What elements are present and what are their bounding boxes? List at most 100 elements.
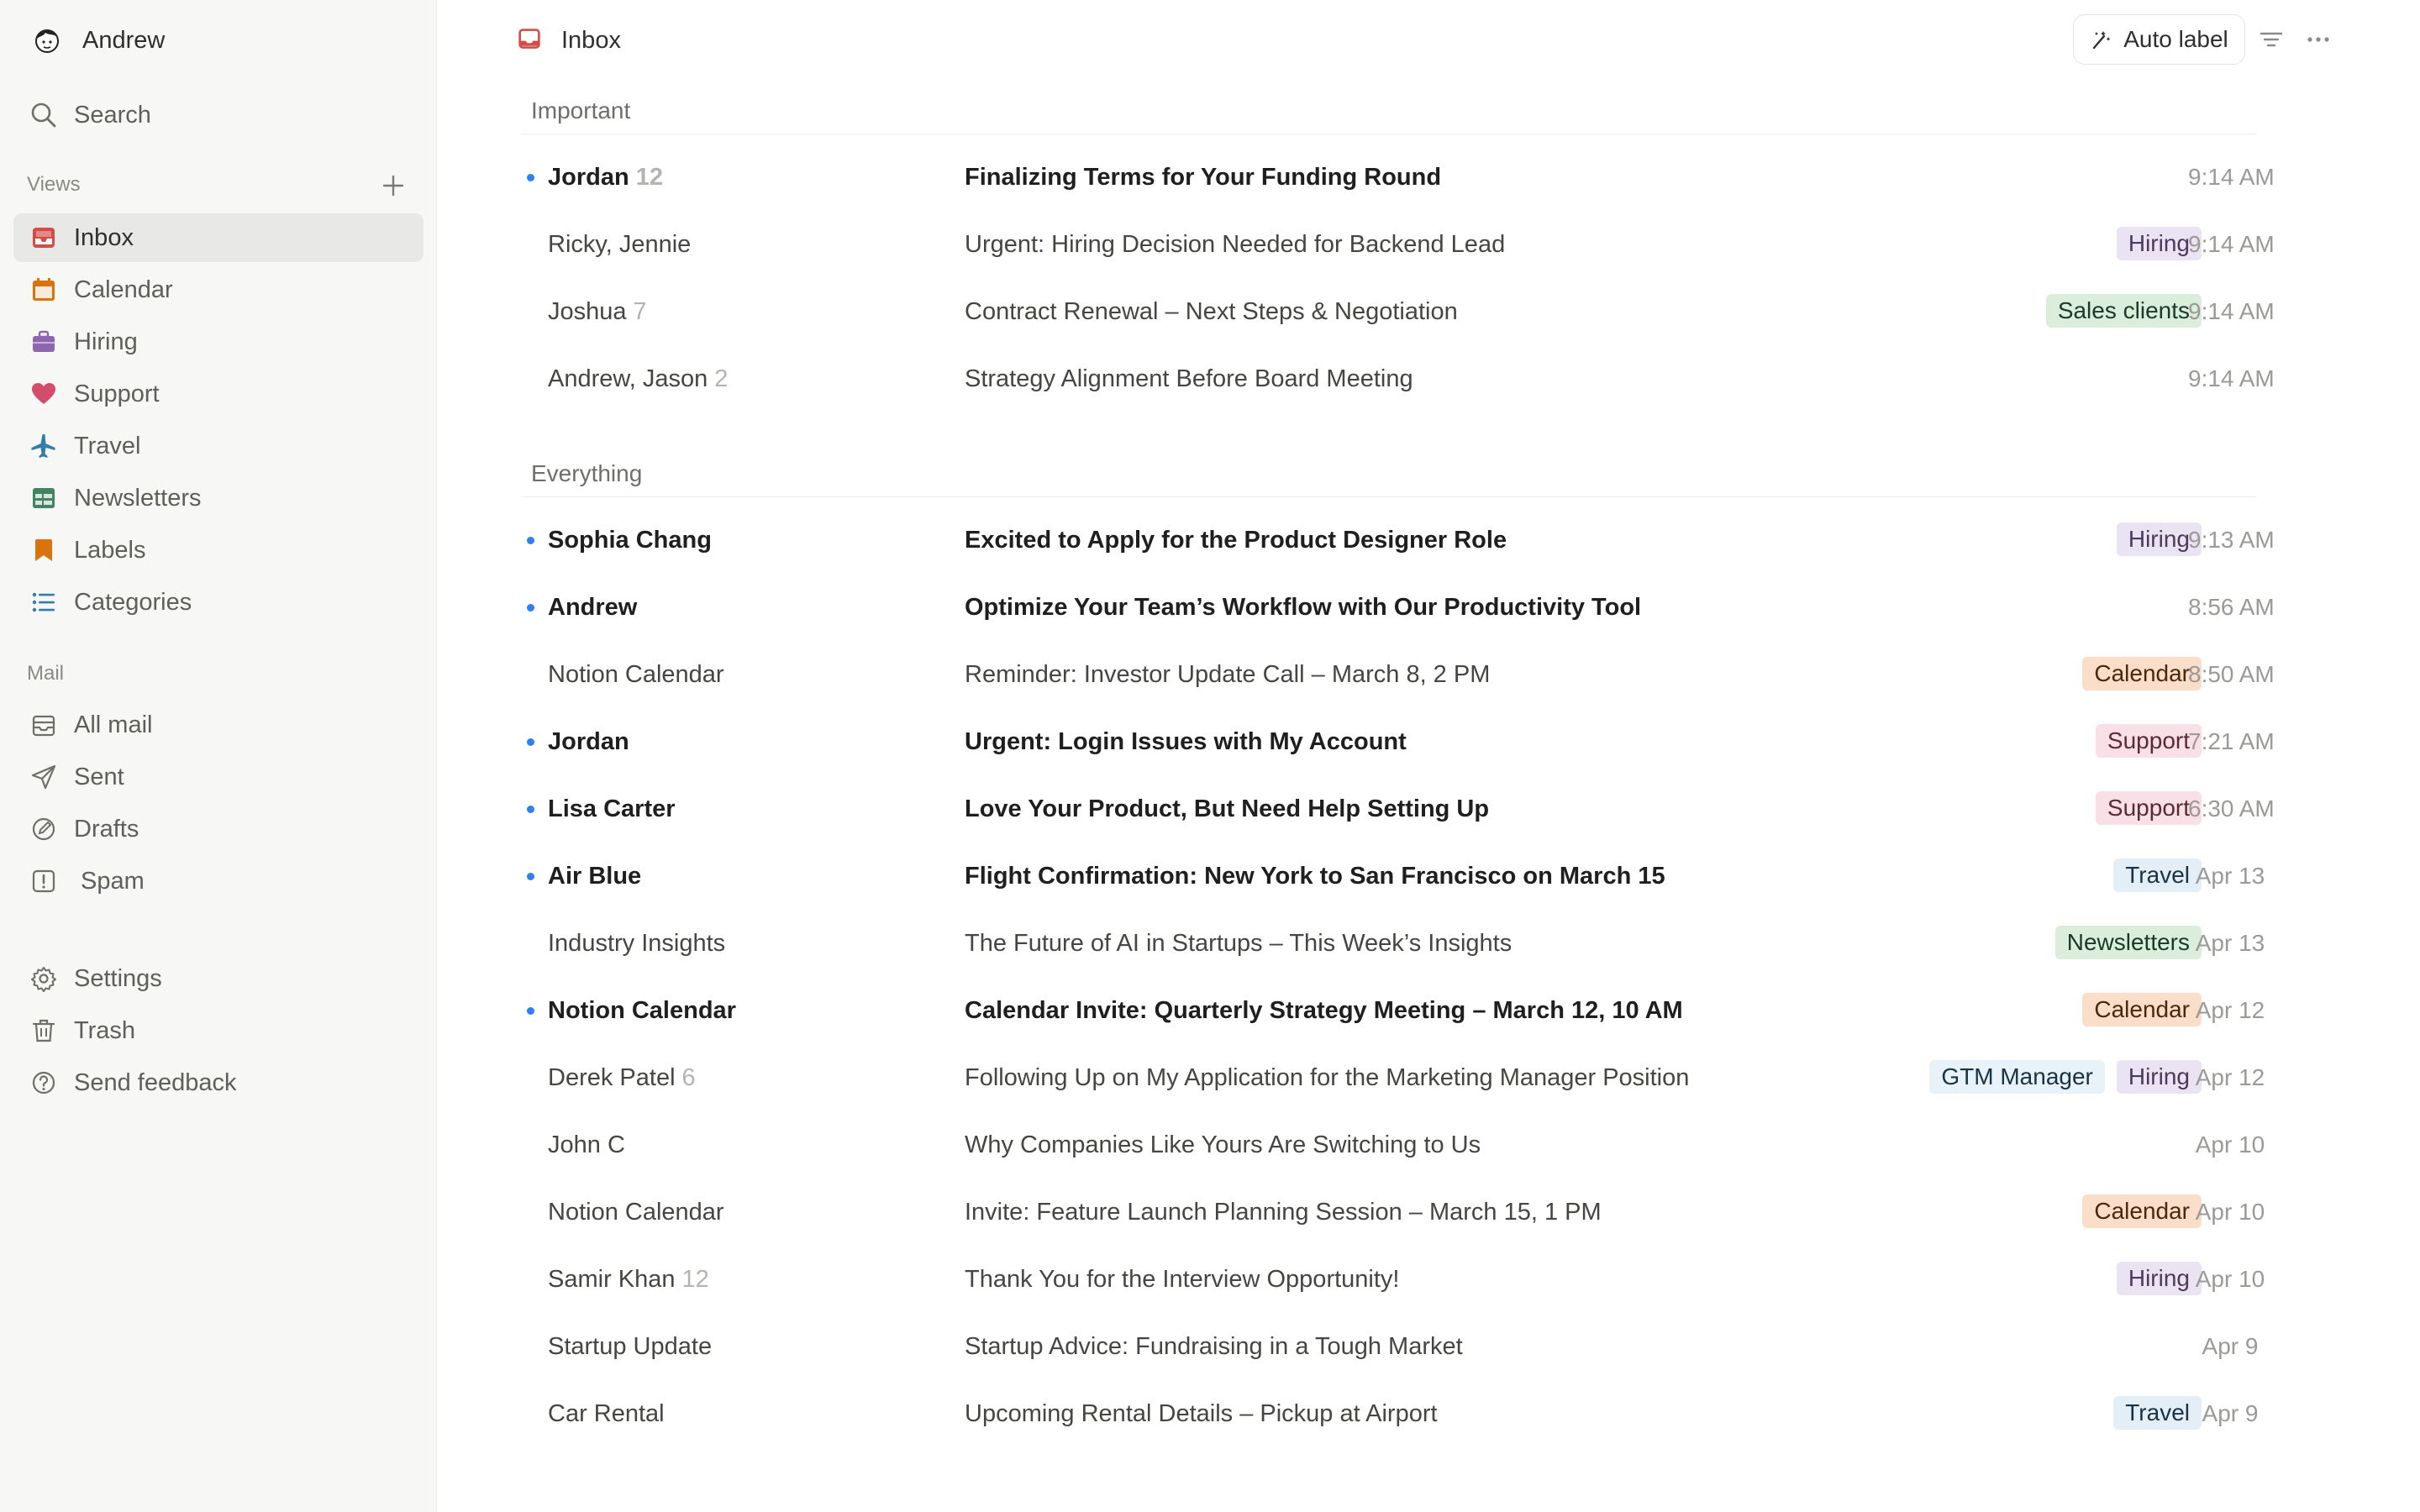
mail-tags: Support bbox=[2095, 791, 2202, 825]
sidebar-item-newsletters[interactable]: Newsletters bbox=[13, 474, 424, 522]
sidebar-item-labels[interactable]: Labels bbox=[13, 526, 424, 575]
mail-time: 8:50 AM bbox=[2188, 661, 2275, 687]
auto-label-button[interactable]: Auto label bbox=[2073, 14, 2245, 65]
label-badge[interactable]: Calendar bbox=[2082, 993, 2202, 1026]
group-header-everything: Everything bbox=[521, 447, 2257, 497]
search-button[interactable]: Search bbox=[13, 91, 424, 139]
mail-tags: Calendar bbox=[2082, 657, 2202, 690]
sidebar-item-travel[interactable]: Travel bbox=[13, 422, 424, 470]
mail-row[interactable]: Industry Insights The Future of AI in Sta… bbox=[504, 910, 2277, 977]
unread-dot bbox=[527, 873, 534, 880]
mail-row[interactable]: Lisa Carter Love Your Product, But Need H… bbox=[504, 775, 2277, 843]
thread-count: 6 bbox=[681, 1064, 696, 1091]
thread-count: 2 bbox=[714, 365, 729, 392]
mail-row[interactable]: Jordan Urgent: Login Issues with My Accou… bbox=[504, 708, 2277, 775]
mail-subject: Optimize Your Team’s Workflow with Our P… bbox=[965, 594, 1642, 621]
mail-subject: The Future of AI in Startups – This Week… bbox=[965, 930, 1512, 957]
unread-dot bbox=[527, 174, 534, 181]
sidebar-item-label: Newsletters bbox=[74, 484, 202, 512]
label-badge[interactable]: Calendar bbox=[2082, 1194, 2202, 1228]
mail-sender: Notion Calendar bbox=[548, 997, 736, 1025]
sidebar-item-support[interactable]: Support bbox=[13, 370, 424, 418]
auto-label-text: Auto label bbox=[2123, 26, 2228, 52]
sidebar-item-drafts[interactable]: Drafts bbox=[13, 805, 424, 853]
mail-subject: Urgent: Hiring Decision Needed for Backe… bbox=[965, 231, 1506, 258]
mail-sender: Samir Khan 12 bbox=[548, 1266, 709, 1294]
label-badge[interactable]: Support bbox=[2095, 724, 2202, 758]
sidebar-item-calendar[interactable]: Calendar bbox=[13, 265, 424, 314]
mail-sender: John C bbox=[548, 1131, 625, 1159]
mail-row[interactable]: Car Rental Upcoming Rental Details – Pick… bbox=[504, 1380, 2277, 1447]
mail-row[interactable]: Derek Patel 6 Following Up on My Applicati… bbox=[504, 1044, 2277, 1111]
more-options-button[interactable] bbox=[2301, 22, 2336, 57]
mail-row[interactable]: Startup Update Startup Advice: Fundraisin… bbox=[504, 1313, 2277, 1380]
sidebar-item-trash[interactable]: Trash bbox=[13, 1006, 424, 1055]
mail-sender: Derek Patel 6 bbox=[548, 1064, 696, 1092]
label-badge[interactable]: Sales clients bbox=[2045, 294, 2202, 328]
sidebar-item-send-feedback[interactable]: Send feedback bbox=[13, 1058, 424, 1107]
mail-row[interactable]: Jordan 12 Finalizing Terms for Your Fundin… bbox=[504, 144, 2277, 211]
sidebar-item-label: Drafts bbox=[74, 815, 139, 843]
mail-subject: Flight Confirmation: New York to San Fra… bbox=[965, 863, 1665, 890]
mail-time: 9:14 AM bbox=[2188, 231, 2275, 257]
mail-row[interactable]: Ricky, Jennie Urgent: Hiring Decision Nee… bbox=[504, 211, 2277, 278]
label-badge[interactable]: Support bbox=[2095, 791, 2202, 825]
unread-dot bbox=[527, 604, 534, 612]
mail-row[interactable]: John C Why Companies Like Yours Are Switc… bbox=[504, 1111, 2277, 1179]
mail-row[interactable]: Andrew Optimize Your Team’s Workflow with… bbox=[504, 574, 2277, 641]
mail-sender: Ricky, Jennie bbox=[548, 231, 691, 259]
plus-icon bbox=[382, 175, 404, 197]
sender-name: John C bbox=[548, 1131, 625, 1158]
sidebar-item-spam[interactable]: Spam bbox=[13, 857, 424, 906]
mail-time: 9:14 AM bbox=[2188, 365, 2275, 391]
sidebar-item-sent[interactable]: Sent bbox=[13, 753, 424, 801]
label-badge[interactable]: Calendar bbox=[2082, 657, 2202, 690]
label-badge[interactable]: Newsletters bbox=[2054, 926, 2202, 959]
search-label: Search bbox=[74, 101, 151, 129]
mail-tags: GTM Manager Hiring bbox=[1929, 1060, 2202, 1094]
mail-sender: Notion Calendar bbox=[548, 661, 724, 689]
trash-icon bbox=[29, 1016, 59, 1046]
mail-time: 9:14 AM bbox=[2188, 298, 2275, 324]
mail-subject: Finalizing Terms for Your Funding Round bbox=[965, 164, 1442, 191]
bookmark-icon bbox=[29, 535, 59, 565]
mail-row[interactable]: Andrew, Jason 2 Strategy Alignment Before … bbox=[504, 345, 2277, 412]
sidebar-item-inbox[interactable]: Inbox bbox=[13, 213, 424, 262]
mail-sender: Lisa Carter bbox=[548, 795, 676, 823]
gear-icon bbox=[29, 963, 59, 994]
sidebar-item-label: Travel bbox=[74, 432, 141, 459]
sidebar-item-hiring[interactable]: Hiring bbox=[13, 318, 424, 366]
sidebar-item-categories[interactable]: Categories bbox=[13, 578, 424, 627]
mail-time: Apr 10 bbox=[2195, 1131, 2265, 1158]
mail-row[interactable]: Air Blue Flight Confirmation: New York to… bbox=[504, 843, 2277, 910]
mail-subject: Love Your Product, But Need Help Setting… bbox=[965, 795, 1490, 822]
mail-time: 9:13 AM bbox=[2188, 527, 2275, 553]
add-view-button[interactable] bbox=[378, 171, 408, 201]
sender-name: Ricky, Jennie bbox=[548, 231, 692, 258]
unread-dot bbox=[527, 738, 534, 746]
filter-button[interactable] bbox=[2254, 22, 2289, 57]
mail-subject: Calendar Invite: Quarterly Strategy Meet… bbox=[965, 997, 1683, 1024]
sidebar-item-settings[interactable]: Settings bbox=[13, 954, 424, 1003]
thread-count: 7 bbox=[633, 298, 647, 325]
mail-row[interactable]: Sophia Chang Excited to Apply for the Pro… bbox=[504, 507, 2277, 574]
sender-name: Air Blue bbox=[548, 863, 642, 890]
mail-row[interactable]: Samir Khan 12 Thank You for the Interview … bbox=[504, 1246, 2277, 1313]
mail-sender: Sophia Chang bbox=[548, 527, 712, 554]
help-icon bbox=[29, 1068, 59, 1098]
account-name: Andrew bbox=[82, 26, 166, 54]
mail-time: Apr 13 bbox=[2195, 863, 2265, 889]
mail-section-label: Mail bbox=[27, 662, 65, 685]
unread-dot bbox=[527, 537, 534, 544]
mail-sender: Notion Calendar bbox=[548, 1199, 724, 1226]
mail-row[interactable]: Notion Calendar Calendar Invite: Quarterl… bbox=[504, 977, 2277, 1044]
account-switcher[interactable]: Andrew bbox=[30, 20, 165, 60]
draft-icon bbox=[29, 814, 59, 844]
sidebar-item-all-mail[interactable]: All mail bbox=[13, 701, 424, 749]
sender-name: Sophia Chang bbox=[548, 527, 712, 554]
calendar-icon bbox=[29, 275, 59, 305]
mail-row[interactable]: Joshua 7 Contract Renewal – Next Steps & N… bbox=[504, 278, 2277, 345]
label-badge[interactable]: GTM Manager bbox=[1929, 1060, 2105, 1094]
mail-row[interactable]: Notion Calendar Invite: Feature Launch Pl… bbox=[504, 1179, 2277, 1246]
mail-row[interactable]: Notion Calendar Reminder: Investor Update… bbox=[504, 641, 2277, 708]
